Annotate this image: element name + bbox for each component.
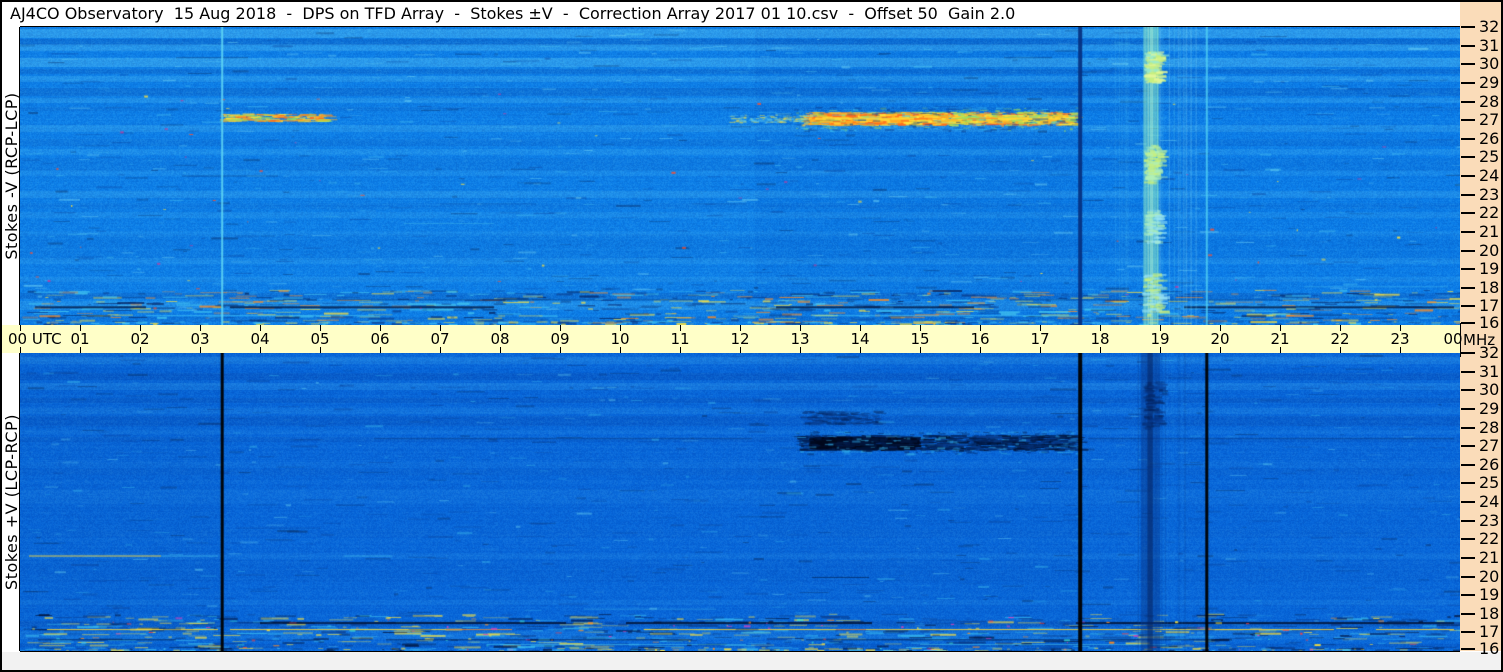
freq-tick <box>1461 249 1475 252</box>
time-axis-label: 10 <box>610 330 630 348</box>
freq-tick-label: 28 <box>1479 417 1500 437</box>
spectrogram-panel-minus-v <box>20 27 1460 325</box>
freq-tick <box>1461 648 1475 650</box>
freq-tick <box>1461 156 1475 159</box>
freq-tick <box>1461 389 1475 392</box>
freq-tick <box>1461 230 1475 233</box>
freq-tick <box>1461 352 1475 354</box>
freq-tick-label: 22 <box>1479 529 1500 549</box>
time-axis-label: 19 <box>1150 330 1170 348</box>
freq-tick-label: 31 <box>1479 35 1500 55</box>
freq-tick-label: 30 <box>1479 380 1500 400</box>
panel-label-plus-v: Stokes +V (LCP-RCP) <box>2 414 21 590</box>
freq-tick <box>1461 426 1475 429</box>
freq-tick-label: 19 <box>1479 585 1500 605</box>
freq-tick-label: 32 <box>1479 17 1500 36</box>
time-axis-label: 12 <box>730 330 750 348</box>
freq-tick-label: 32 <box>1479 343 1500 362</box>
time-axis-label: 02 <box>130 330 150 348</box>
freq-tick-label: 18 <box>1479 277 1500 297</box>
stokes-plus-v-spectrogram <box>20 353 1460 651</box>
time-axis-label: 14 <box>850 330 870 348</box>
time-axis-label: 23 <box>1390 330 1410 348</box>
freq-tick-label: 21 <box>1479 547 1500 567</box>
freq-tick-label: 26 <box>1479 454 1500 474</box>
freq-tick <box>1461 594 1475 597</box>
freq-tick <box>1461 305 1475 308</box>
time-axis-label: 05 <box>310 330 330 348</box>
freq-tick-label: 25 <box>1479 473 1500 493</box>
freq-tick <box>1461 322 1475 324</box>
window-title: AJ4CO Observatory 15 Aug 2018 - DPS on T… <box>2 2 1460 26</box>
time-axis-label: 08 <box>490 330 510 348</box>
freq-tick-label: 24 <box>1479 166 1500 185</box>
time-axis-label: 09 <box>550 330 570 348</box>
freq-tick <box>1461 519 1475 522</box>
freq-tick <box>1461 482 1475 485</box>
freq-tick <box>1461 370 1475 373</box>
time-axis-label: 11 <box>670 330 690 348</box>
time-axis-label: 22 <box>1330 330 1350 348</box>
freq-tick <box>1461 100 1475 103</box>
freq-tick <box>1461 556 1475 559</box>
freq-tick <box>1461 286 1475 289</box>
time-axis-label: 04 <box>250 330 270 348</box>
freq-tick-label: 27 <box>1479 436 1500 456</box>
time-axis-label: 15 <box>910 330 930 348</box>
time-axis-label: 21 <box>1270 330 1290 348</box>
stokes-minus-v-spectrogram <box>20 27 1460 325</box>
freq-tick-label: 23 <box>1479 510 1500 530</box>
freq-tick-label: 29 <box>1479 72 1500 92</box>
freq-tick-label: 20 <box>1479 566 1500 586</box>
freq-tick-label: 30 <box>1479 54 1500 74</box>
panel-label-minus-v: Stokes -V (RCP-LCP) <box>2 92 21 260</box>
freq-tick-label: 16 <box>1479 313 1500 332</box>
freq-tick-label: 20 <box>1479 240 1500 260</box>
freq-tick <box>1461 463 1475 466</box>
freq-tick <box>1461 631 1475 634</box>
freq-tick-label: 19 <box>1479 259 1500 279</box>
time-axis-label: 16 <box>970 330 990 348</box>
freq-tick <box>1461 445 1475 448</box>
freq-tick <box>1461 137 1475 140</box>
freq-tick <box>1461 193 1475 196</box>
freq-tick-label: 24 <box>1479 492 1500 511</box>
bottom-margin <box>2 652 1501 670</box>
freq-tick-label: 23 <box>1479 184 1500 204</box>
freq-tick-label: 28 <box>1479 91 1500 111</box>
freq-tick-label: 16 <box>1479 639 1500 658</box>
freq-tick <box>1461 175 1475 177</box>
time-axis-label: 17 <box>1030 330 1050 348</box>
time-axis-label: 20 <box>1210 330 1230 348</box>
application-window: AJ4CO Observatory 15 Aug 2018 - DPS on T… <box>0 0 1503 672</box>
freq-tick-label: 27 <box>1479 110 1500 130</box>
freq-tick <box>1461 268 1475 271</box>
freq-tick <box>1461 407 1475 410</box>
freq-tick <box>1461 81 1475 84</box>
freq-tick-label: 26 <box>1479 128 1500 148</box>
freq-tick-label: 29 <box>1479 398 1500 418</box>
freq-tick-label: 18 <box>1479 603 1500 623</box>
time-axis-label: 00 <box>1443 330 1463 348</box>
freq-tick <box>1461 501 1475 503</box>
freq-tick <box>1461 575 1475 578</box>
freq-tick <box>1461 538 1475 541</box>
freq-tick <box>1461 26 1475 28</box>
time-axis-label: 07 <box>430 330 450 348</box>
time-axis-label: 13 <box>790 330 810 348</box>
freq-tick-label: 31 <box>1479 361 1500 381</box>
freq-tick <box>1461 44 1475 47</box>
freq-tick-label: 21 <box>1479 221 1500 241</box>
freq-tick-label: 25 <box>1479 147 1500 167</box>
freq-tick <box>1461 212 1475 215</box>
freq-tick <box>1461 612 1475 615</box>
freq-tick <box>1461 63 1475 66</box>
time-axis-label: 01 <box>70 330 90 348</box>
freq-tick <box>1461 119 1475 122</box>
time-axis-label: 06 <box>370 330 390 348</box>
freq-tick-label: 22 <box>1479 203 1500 223</box>
spectrogram-panel-plus-v <box>20 353 1460 651</box>
time-axis-label: 03 <box>190 330 210 348</box>
time-axis-label: 18 <box>1090 330 1110 348</box>
